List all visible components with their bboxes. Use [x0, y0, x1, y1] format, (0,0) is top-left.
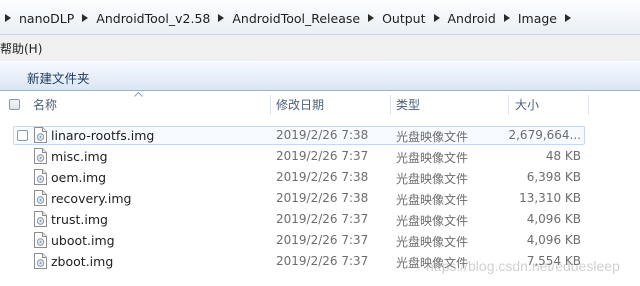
file-date: 2019/2/26 7:37	[276, 212, 369, 226]
file-name: oem.img	[51, 170, 107, 185]
breadcrumb-item-androidtool[interactable]: AndroidTool_v2.58	[93, 11, 213, 26]
file-row[interactable]: misc.img 2019/2/26 7:37 光盘映像文件 48 KB	[0, 146, 640, 167]
file-type: 光盘映像文件	[396, 172, 469, 186]
new-folder-button[interactable]: 新建文件夹	[27, 68, 90, 87]
file-size: 13,310 KB	[519, 191, 581, 205]
file-type: 光盘映像文件	[396, 151, 469, 165]
column-divider[interactable]	[270, 95, 271, 115]
breadcrumb-item-image[interactable]: Image	[515, 11, 560, 26]
disc-image-file-icon	[34, 148, 47, 164]
command-bar: 新建文件夹	[0, 61, 640, 91]
file-date: 2019/2/26 7:38	[276, 128, 369, 142]
column-header-type[interactable]: 类型	[396, 91, 420, 119]
file-size: 2,679,664...	[508, 128, 581, 142]
disc-image-file-icon	[34, 190, 47, 206]
file-name: uboot.img	[51, 233, 115, 248]
file-size: 6,398 KB	[526, 170, 581, 184]
menu-help[interactable]: 帮助(H)	[0, 40, 42, 57]
file-list: linaro-rootfs.img 2019/2/26 7:38 光盘映像文件 …	[0, 125, 640, 272]
column-header-size[interactable]: 大小	[515, 91, 539, 119]
file-size: 4,096 KB	[526, 233, 581, 247]
file-name: misc.img	[51, 149, 108, 164]
file-type: 光盘映像文件	[396, 235, 469, 249]
chevron-right-icon[interactable]	[429, 9, 445, 27]
file-row[interactable]: oem.img 2019/2/26 7:38 光盘映像文件 6,398 KB	[0, 167, 640, 188]
chevron-right-icon[interactable]	[77, 9, 93, 27]
file-name: trust.img	[51, 212, 108, 227]
breadcrumb-item-android[interactable]: Android	[445, 11, 499, 26]
disc-image-file-icon	[34, 211, 47, 227]
disc-image-file-icon	[34, 127, 47, 143]
file-date: 2019/2/26 7:38	[276, 170, 369, 184]
column-header-row: 名称 修改日期 类型 大小	[0, 91, 640, 119]
file-type: 光盘映像文件	[396, 130, 469, 144]
chevron-right-icon[interactable]	[499, 9, 515, 27]
column-header-date[interactable]: 修改日期	[276, 91, 324, 119]
column-divider[interactable]	[588, 95, 589, 115]
select-all-checkbox[interactable]	[9, 99, 20, 110]
file-type: 光盘映像文件	[396, 214, 469, 228]
file-date: 2019/2/26 7:37	[276, 149, 369, 163]
file-date: 2019/2/26 7:37	[276, 233, 369, 247]
column-header-name[interactable]: 名称	[33, 91, 57, 119]
column-divider[interactable]	[508, 95, 509, 115]
watermark-text: https://blog.csdn.net/eduesleep	[426, 258, 620, 274]
breadcrumb-item-androidtool-release[interactable]: AndroidTool_Release	[229, 11, 363, 26]
file-date: 2019/2/26 7:37	[276, 254, 369, 268]
address-bar[interactable]: nanoDLP AndroidTool_v2.58 AndroidTool_Re…	[0, 0, 640, 35]
file-size: 48 KB	[545, 149, 581, 163]
row-checkbox[interactable]	[17, 130, 28, 141]
breadcrumb-item-nanodlp[interactable]: nanoDLP	[16, 11, 77, 26]
chevron-right-icon[interactable]	[363, 9, 379, 27]
file-row[interactable]: recovery.img 2019/2/26 7:38 光盘映像文件 13,31…	[0, 188, 640, 209]
file-size: 4,096 KB	[526, 212, 581, 226]
file-date: 2019/2/26 7:38	[276, 191, 369, 205]
chevron-right-icon[interactable]	[560, 9, 576, 27]
breadcrumb: nanoDLP AndroidTool_v2.58 AndroidTool_Re…	[0, 9, 576, 27]
chevron-right-icon[interactable]	[0, 9, 16, 27]
file-row[interactable]: uboot.img 2019/2/26 7:37 光盘映像文件 4,096 KB	[0, 230, 640, 251]
disc-image-file-icon	[34, 253, 47, 269]
file-name: recovery.img	[51, 191, 132, 206]
file-name: zboot.img	[51, 254, 114, 269]
column-divider[interactable]	[390, 95, 391, 115]
file-row[interactable]: linaro-rootfs.img 2019/2/26 7:38 光盘映像文件 …	[0, 125, 640, 146]
chevron-right-icon[interactable]	[213, 9, 229, 27]
file-row[interactable]: trust.img 2019/2/26 7:37 光盘映像文件 4,096 KB	[0, 209, 640, 230]
menu-bar: 帮助(H)	[0, 35, 640, 61]
sort-ascending-icon	[134, 92, 143, 97]
disc-image-file-icon	[34, 169, 47, 185]
file-type: 光盘映像文件	[396, 193, 469, 207]
file-name: linaro-rootfs.img	[51, 128, 155, 143]
disc-image-file-icon	[34, 232, 47, 248]
breadcrumb-item-output[interactable]: Output	[379, 11, 428, 26]
